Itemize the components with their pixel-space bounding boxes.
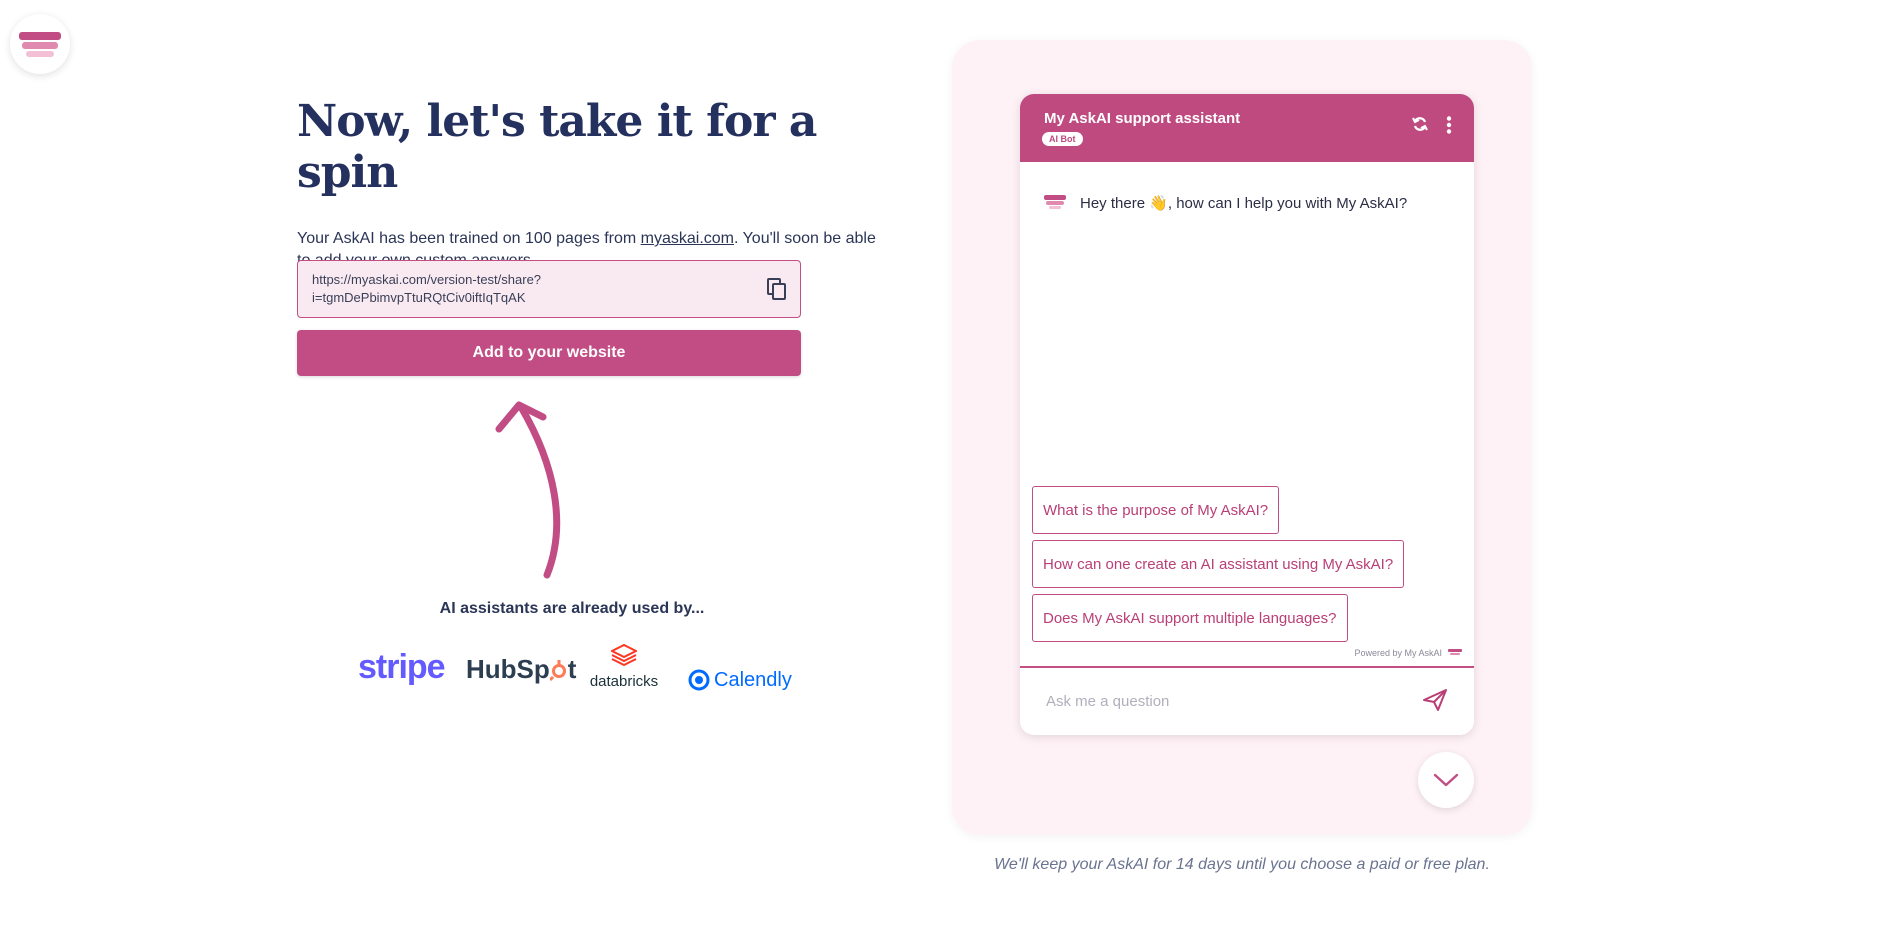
logo-bar-top — [19, 32, 61, 40]
stripe-logo: stripe — [358, 648, 446, 686]
calendly-mark-icon — [688, 669, 710, 691]
share-url-line-1: https://myaskai.com/version-test/share? — [312, 272, 542, 287]
copy-icon[interactable] — [766, 277, 788, 306]
calendly-logo: Calendly — [688, 657, 792, 703]
suggestion-button[interactable]: Does My AskAI support multiple languages… — [1032, 594, 1348, 642]
chevron-down-icon — [1433, 773, 1459, 787]
pointer-arrow — [495, 401, 561, 579]
bot-avatar-icon — [1044, 195, 1066, 209]
hubspot-sprocket-icon — [548, 660, 566, 682]
intro-prefix: Your AskAI has been trained on 100 pages… — [297, 230, 641, 247]
ask-question-input[interactable] — [1044, 686, 1404, 716]
logo-bar-middle — [22, 42, 58, 49]
bot-message: Hey there 👋, how can I help you with My … — [1044, 194, 1407, 212]
powered-by-text: Powered by My AskAI — [1354, 648, 1442, 658]
calendly-text: Calendly — [714, 668, 792, 691]
add-to-website-button[interactable]: Add to your website — [297, 330, 801, 376]
suggestion-button[interactable]: How can one create an AI assistant using… — [1032, 540, 1405, 588]
databricks-logo: databricks — [588, 643, 660, 690]
chat-input-row — [1020, 668, 1474, 735]
suggestion-button[interactable]: What is the purpose of My AskAI? — [1032, 486, 1280, 534]
bot-greeting: Hey there 👋, how can I help you with My … — [1080, 195, 1408, 212]
ai-bot-badge: AI Bot — [1042, 132, 1083, 146]
chat-title: My AskAI support assistant — [1044, 110, 1241, 127]
share-url-line-2: i=tgmDePbimvpTtuRQtCiv0iftIqTqAK — [312, 290, 526, 305]
hubspot-logo: HubSp t — [466, 654, 576, 700]
retention-note: We'll keep your AskAI for 14 days until … — [994, 856, 1490, 873]
send-icon[interactable] — [1422, 688, 1448, 717]
databricks-mark-icon — [609, 643, 639, 667]
databricks-text: databricks — [589, 673, 659, 690]
hubspot-text-pre: HubSp — [466, 654, 550, 684]
logo-bar-bottom — [26, 51, 54, 57]
app-logo[interactable] — [10, 14, 70, 74]
powered-by[interactable]: Powered by My AskAI — [1354, 648, 1462, 658]
page-title: Now, let's take it for a spin — [297, 96, 817, 198]
share-link-box[interactable]: https://myaskai.com/version-test/share? … — [297, 260, 801, 318]
chat-widget: My AskAI support assistant AI Bot Hey th… — [1020, 94, 1474, 735]
powered-by-logo-icon — [1448, 648, 1462, 655]
refresh-icon[interactable] — [1412, 116, 1428, 137]
hubspot-text-post: t — [567, 654, 577, 684]
more-options-icon[interactable] — [1446, 116, 1452, 139]
scroll-down-button[interactable] — [1418, 752, 1474, 808]
used-by-title: AI assistants are already used by... — [439, 600, 705, 617]
chat-header: My AskAI support assistant AI Bot — [1020, 94, 1474, 162]
intro-section: Now, let's take it for a spin Your AskAI… — [297, 96, 887, 272]
site-link[interactable]: myaskai.com — [641, 230, 734, 247]
